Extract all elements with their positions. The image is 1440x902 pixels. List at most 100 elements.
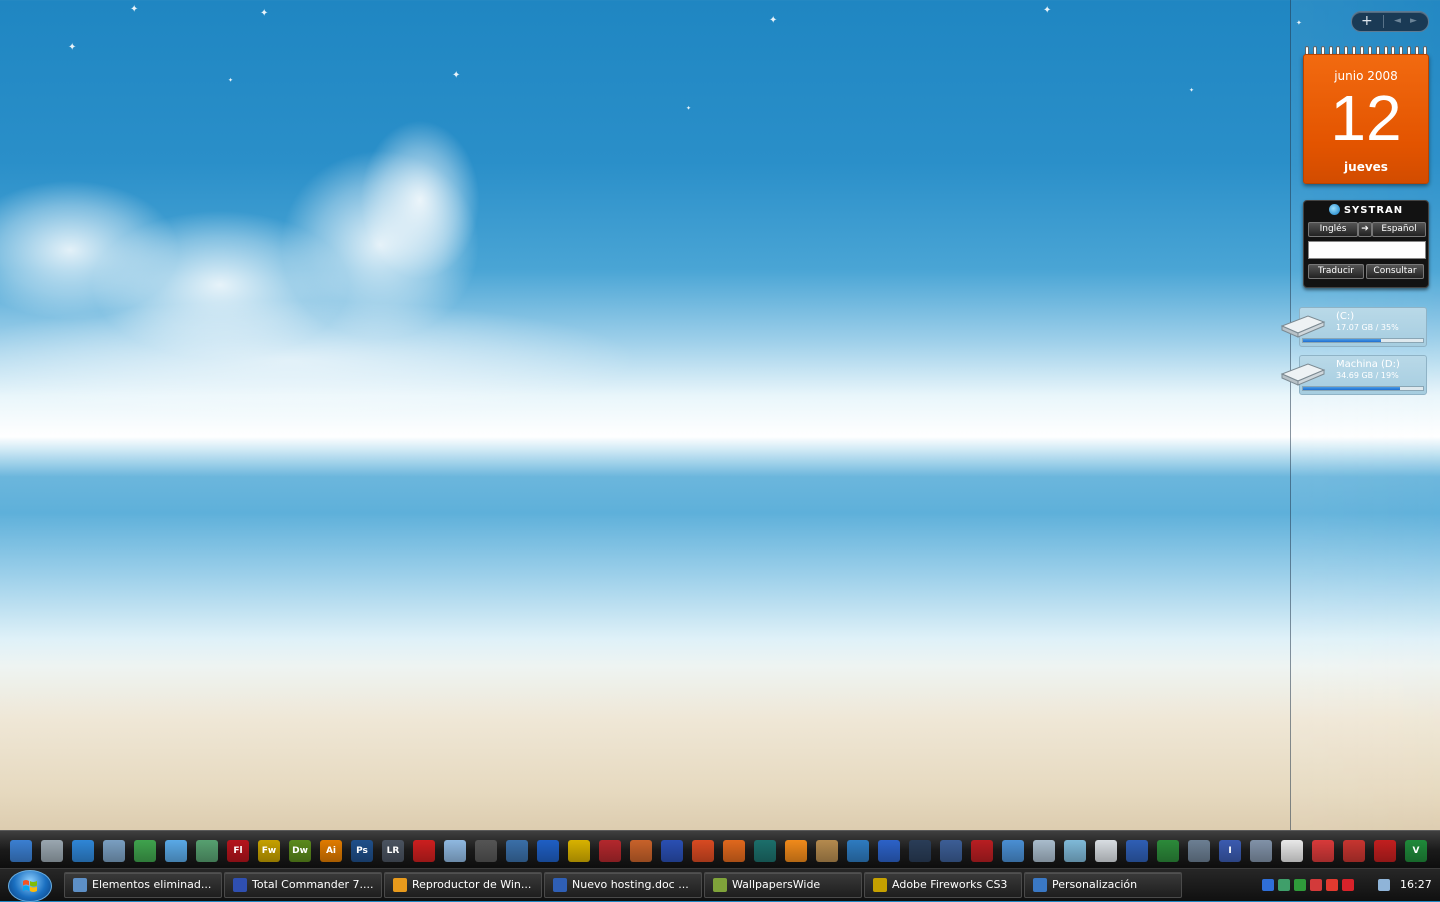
media-player-icon	[393, 878, 407, 892]
taskbar-button[interactable]: Elementos eliminad...	[64, 872, 222, 898]
arrow-app-icon[interactable]	[1326, 879, 1338, 891]
start-button[interactable]	[8, 870, 52, 902]
source-language-select[interactable]: Inglés	[1308, 222, 1358, 237]
media-player-icon[interactable]	[537, 840, 559, 862]
windows-sidebar: + ◄ ► junio 2008 12 jueves SYSTRAN Inglé…	[1280, 0, 1440, 830]
mask-icon[interactable]	[1281, 840, 1303, 862]
itunes-icon[interactable]	[444, 840, 466, 862]
balloon-icon[interactable]	[1312, 840, 1334, 862]
drive-c-meter[interactable]: (C:) 17.07 GB / 35%	[1280, 307, 1427, 347]
volume-icon[interactable]	[1378, 879, 1390, 891]
notification-area: 16:27	[1258, 872, 1438, 898]
tool-icon[interactable]	[816, 840, 838, 862]
cloud	[0, 300, 640, 420]
sidebar-controls: + ◄ ►	[1351, 11, 1429, 32]
star: ✦	[1043, 5, 1052, 16]
next-page-button[interactable]: ►	[1410, 12, 1417, 31]
add-gadget-button[interactable]: +	[1361, 12, 1373, 31]
opera-icon[interactable]	[1374, 840, 1396, 862]
netscape-icon[interactable]	[754, 840, 776, 862]
xbox-media-icon[interactable]	[506, 840, 528, 862]
folder-icon[interactable]	[103, 840, 125, 862]
star: ✦	[452, 70, 461, 81]
taskbar-button[interactable]: WallpapersWide	[704, 872, 862, 898]
vim-icon[interactable]: V	[1405, 840, 1427, 862]
taskbar-button[interactable]: Nuevo hosting.doc ...	[544, 872, 702, 898]
total-commander-icon	[233, 878, 247, 892]
chat-icon[interactable]	[1310, 879, 1322, 891]
translate-button[interactable]: Traducir	[1308, 264, 1364, 279]
acrobat-icon[interactable]	[971, 840, 993, 862]
save-icon[interactable]	[661, 840, 683, 862]
drive-usage-text: 17.07 GB / 35%	[1336, 323, 1399, 332]
security-icon[interactable]	[1294, 879, 1306, 891]
taskbar-button[interactable]: Personalización	[1024, 872, 1182, 898]
target-language-select[interactable]: Español	[1372, 222, 1426, 237]
messenger-icon[interactable]	[165, 840, 187, 862]
lightroom-icon[interactable]: LR	[382, 840, 404, 862]
firefox-icon[interactable]	[723, 840, 745, 862]
archive-icon[interactable]	[630, 840, 652, 862]
utility-icon[interactable]	[134, 840, 156, 862]
show-desktop-icon[interactable]	[10, 840, 32, 862]
word-icon[interactable]	[1126, 840, 1148, 862]
arch-icon[interactable]	[847, 840, 869, 862]
drive-usage-fill	[1303, 387, 1401, 390]
internet-explorer-icon[interactable]	[72, 840, 94, 862]
translate-text-input[interactable]	[1308, 241, 1426, 259]
checkmark-icon[interactable]	[692, 840, 714, 862]
clock[interactable]: 16:27	[1400, 872, 1432, 898]
dreamweaver-icon[interactable]: Dw	[289, 840, 311, 862]
drive-d-meter[interactable]: Machina (D:) 34.69 GB / 19%	[1280, 355, 1427, 395]
film-icon[interactable]	[599, 840, 621, 862]
hard-drive-icon	[1280, 363, 1326, 386]
lookup-button[interactable]: Consultar	[1366, 264, 1424, 279]
star: ✦	[228, 77, 234, 84]
star: ✦	[769, 15, 778, 26]
media-app-icon[interactable]	[413, 840, 435, 862]
plane-icon[interactable]	[878, 840, 900, 862]
flash-icon[interactable]: Fl	[227, 840, 249, 862]
controls-divider	[1383, 15, 1384, 28]
bluetooth-icon[interactable]	[1262, 879, 1274, 891]
network-icon[interactable]	[1278, 879, 1290, 891]
systran-translator-gadget: SYSTRAN Inglés ➔ Español Traducir Consul…	[1303, 200, 1429, 288]
calendar-month-year: junio 2008	[1334, 69, 1398, 83]
illustrator-icon[interactable]: Ai	[320, 840, 342, 862]
photoshop-icon[interactable]: Ps	[351, 840, 373, 862]
taskbar-button[interactable]: Total Commander 7....	[224, 872, 382, 898]
taskbar-button-label: WallpapersWide	[732, 878, 821, 891]
computer-icon[interactable]	[41, 840, 63, 862]
taskbar-button-label: Nuevo hosting.doc ...	[572, 878, 689, 891]
cube-icon[interactable]	[1343, 840, 1365, 862]
calendar-gadget[interactable]: junio 2008 12 jueves	[1303, 46, 1429, 186]
camera-icon[interactable]	[1188, 840, 1210, 862]
notepad-icon[interactable]	[1033, 840, 1055, 862]
webcam-icon[interactable]	[909, 840, 931, 862]
phone-icon[interactable]	[475, 840, 497, 862]
refresh-app-icon[interactable]	[1002, 840, 1024, 862]
drive-name: (C:)	[1336, 311, 1355, 322]
cloud	[360, 120, 480, 280]
glass-app-icon[interactable]	[1064, 840, 1086, 862]
m-app-icon[interactable]	[1342, 879, 1354, 891]
taskbar-button-label: Personalización	[1052, 878, 1138, 891]
swap-languages-button[interactable]: ➔	[1358, 222, 1372, 237]
previous-page-button[interactable]: ◄	[1394, 12, 1401, 31]
star: ✦	[1189, 87, 1195, 94]
drive-usage-bar	[1302, 338, 1424, 343]
taskbar-button[interactable]: Adobe Fireworks CS3	[864, 872, 1022, 898]
network-icon[interactable]	[196, 840, 218, 862]
taskbar-button-label: Total Commander 7....	[252, 878, 374, 891]
systran-logo-icon	[1328, 204, 1340, 215]
winamp-icon[interactable]	[568, 840, 590, 862]
pen-icon[interactable]	[1250, 840, 1272, 862]
text-tool-icon[interactable]: I	[1219, 840, 1241, 862]
editor-icon[interactable]	[940, 840, 962, 862]
excel-icon[interactable]	[1157, 840, 1179, 862]
drive-usage-fill	[1303, 339, 1381, 342]
vlc-icon[interactable]	[785, 840, 807, 862]
taskbar-button[interactable]: Reproductor de Win...	[384, 872, 542, 898]
fireworks-icon[interactable]: Fw	[258, 840, 280, 862]
envelope-icon[interactable]	[1095, 840, 1117, 862]
